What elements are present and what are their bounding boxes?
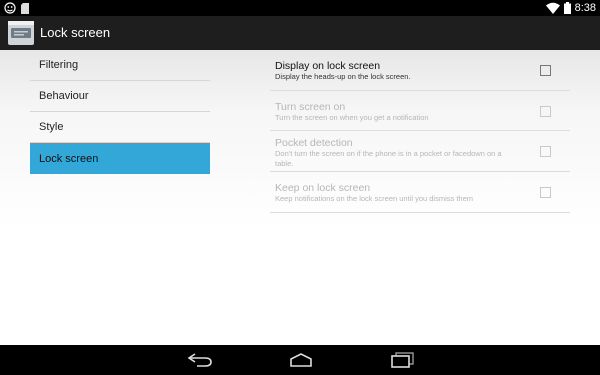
wifi-icon [545,2,560,14]
keep-on-lock-screen-checkbox[interactable] [540,187,551,198]
home-button[interactable] [286,351,316,369]
notification-app-icon[interactable] [8,21,34,45]
sidebar-item-label: Behaviour [39,90,89,102]
sidebar-item-filtering[interactable]: Filtering [30,50,210,81]
pocket-detection-checkbox[interactable] [540,146,551,157]
navigation-bar [0,345,600,375]
pref-title: Turn screen on [275,101,346,113]
pref-summary: Display the heads-up on the lock screen. [275,72,411,81]
display-on-lock-screen-checkbox[interactable] [540,65,551,76]
pref-summary: Don't turn the screen on if the phone is… [275,149,502,168]
pref-title: Keep on lock screen [275,182,371,194]
turn-screen-on-checkbox[interactable] [540,106,551,117]
sidebar-item-label: Style [39,121,64,133]
sidebar-item-label: Filtering [39,59,79,71]
page-title: Lock screen [40,25,111,40]
recents-icon [391,352,414,368]
back-icon [187,353,212,367]
pref-summary: Keep notifications on the lock screen un… [275,194,474,203]
pref-display-on-lock-screen[interactable]: Display on lock screen Display the heads… [270,50,570,91]
pref-title: Pocket detection [275,137,353,149]
back-button[interactable] [185,351,215,369]
status-bar-right: 8:38 [545,1,596,15]
settings-sidebar: Filtering Behaviour Style Lock screen [30,50,210,174]
sidebar-item-label: Lock screen [39,152,99,165]
status-time: 8:38 [574,2,596,14]
recents-button[interactable] [387,351,417,369]
preference-list: Display on lock screen Display the heads… [270,50,570,213]
action-bar: Lock screen [0,16,600,50]
pref-summary: Turn the screen on when you get a notifi… [275,113,429,122]
sidebar-item-behaviour[interactable]: Behaviour [30,81,210,112]
android-debug-icon [4,2,16,14]
battery-icon [563,2,571,14]
pref-keep-on-lock-screen[interactable]: Keep on lock screen Keep notifications o… [270,172,570,213]
sd-card-icon [21,2,29,14]
pref-title: Display on lock screen [275,60,381,72]
status-bar-left [4,2,29,14]
status-bar: 8:38 [0,0,600,16]
settings-content: Filtering Behaviour Style Lock screen Di… [0,50,600,345]
pref-pocket-detection[interactable]: Pocket detection Don't turn the screen o… [270,131,570,172]
home-icon [290,353,312,367]
sidebar-item-style[interactable]: Style [30,112,210,143]
sidebar-item-lock-screen[interactable]: Lock screen [30,143,210,174]
pref-turn-screen-on[interactable]: Turn screen on Turn the screen on when y… [270,91,570,131]
